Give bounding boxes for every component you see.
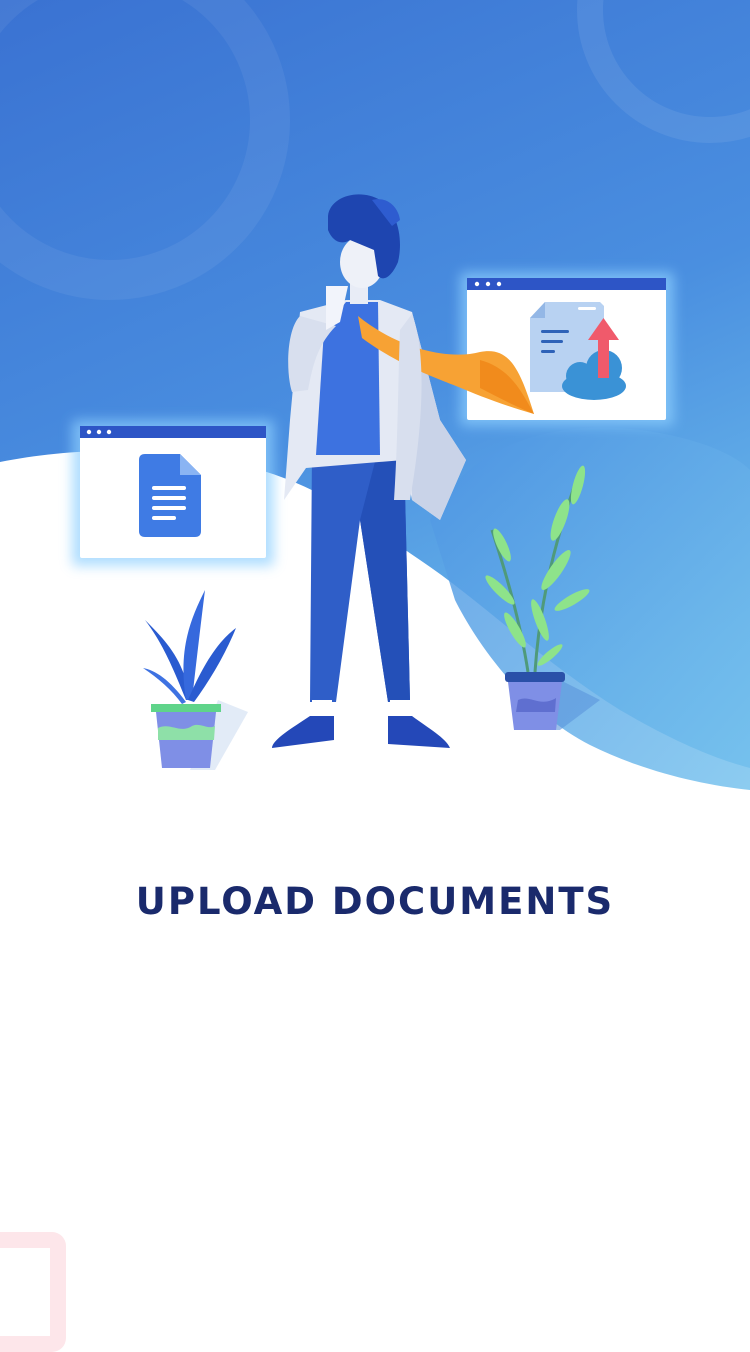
hero-illustration <box>0 0 750 820</box>
document-window-icon <box>72 420 274 566</box>
cloud-upload-window-icon <box>460 272 674 426</box>
page-title: UPLOAD DOCUMENTS <box>135 880 615 923</box>
corner-decoration <box>0 1232 66 1352</box>
